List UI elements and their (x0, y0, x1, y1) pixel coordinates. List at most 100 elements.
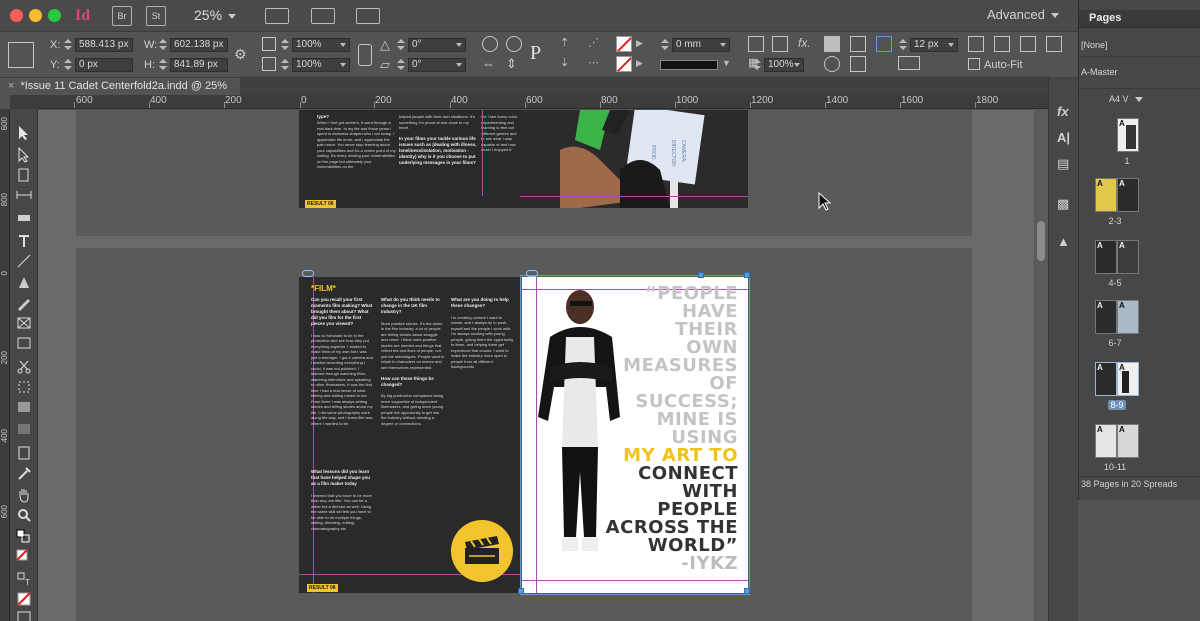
rectangle-tool[interactable] (16, 335, 32, 351)
screen-mode-tool[interactable] (16, 609, 32, 621)
select-content-icon[interactable]: ⇣ (560, 56, 576, 72)
apply-none-button[interactable] (16, 591, 32, 607)
content-collector-tool[interactable] (16, 207, 32, 223)
horizontal-ruler[interactable]: 600 400 200 0 200 400 600 800 1000 1200 … (38, 95, 1048, 109)
link-chain-icon[interactable] (302, 270, 314, 277)
page-size-dropdown[interactable]: A4 V (1109, 94, 1143, 104)
a-master-item[interactable]: A-Master (1081, 67, 1118, 77)
styles-panel-icon[interactable]: ▲ (1057, 234, 1071, 249)
page-thumbnail-7[interactable]: A (1117, 300, 1139, 334)
vertical-ruler[interactable]: 600 800 0 200 400 600 (0, 109, 10, 621)
links-panel-icon[interactable]: ▩ (1057, 196, 1071, 211)
fill-swatch-dropdown-icon[interactable]: ▶ (636, 38, 652, 54)
direct-selection-tool[interactable] (16, 146, 32, 163)
rotation-angle-input[interactable]: 0° (408, 38, 466, 52)
constrain-proportions-icon[interactable]: ⚙ (234, 46, 250, 62)
page-thumbnail-5[interactable]: A (1117, 240, 1139, 274)
paragraph-panel-icon[interactable]: ▤ (1057, 156, 1071, 171)
hand-tool[interactable] (16, 487, 32, 503)
screen-mode-button[interactable] (311, 8, 335, 24)
selection-handle[interactable] (518, 588, 524, 594)
fit-frame-content-icon[interactable] (850, 36, 866, 52)
page-thumbnail-2[interactable]: A (1095, 178, 1117, 212)
page-thumbnail-8[interactable]: A (1095, 362, 1117, 396)
scissors-tool[interactable] (16, 359, 32, 375)
h-stepper[interactable] (158, 58, 168, 72)
page-thumbnail-9[interactable]: A (1117, 362, 1139, 396)
y-stepper[interactable] (63, 58, 73, 72)
pencil-tool[interactable] (16, 295, 32, 311)
document-tab[interactable]: × *Issue 11 Cadet Centerfold2a.indd @ 25% (0, 78, 240, 95)
ruler-origin[interactable] (10, 95, 38, 109)
page-thumbnail-1[interactable]: A (1117, 118, 1139, 152)
auto-fit-checkbox[interactable] (968, 58, 980, 70)
x-position-input[interactable]: 588.413 px (75, 38, 133, 52)
selection-handle[interactable] (744, 588, 750, 594)
shear-stepper[interactable] (396, 58, 406, 72)
corner-options-icon[interactable] (772, 36, 788, 52)
stroke-swatch-dropdown-icon[interactable]: ▶ (636, 58, 652, 74)
align-left-edges-icon[interactable] (968, 36, 984, 52)
page-thumbnail-4[interactable]: A (1095, 240, 1117, 274)
page-tool[interactable] (16, 167, 32, 183)
link-chain-icon[interactable] (526, 270, 538, 277)
minimize-window-button[interactable] (29, 9, 42, 22)
page-thumbnail-6[interactable]: A (1095, 300, 1117, 334)
fill-stroke-swatch[interactable] (16, 549, 32, 565)
rectangle-frame-tool[interactable] (16, 315, 32, 331)
constrain-scale-icon[interactable] (358, 44, 372, 66)
formatting-container-toggle[interactable]: T (16, 571, 32, 587)
stock-button[interactable]: St (146, 6, 166, 26)
stroke-none-icon[interactable] (616, 56, 632, 72)
flip-vertical-icon[interactable]: ⇕ (506, 56, 522, 72)
stroke-weight-input[interactable]: 0 mm (672, 38, 730, 52)
wrap-offset-input[interactable]: 12 px (910, 38, 958, 52)
default-fill-stroke[interactable] (16, 529, 32, 545)
vertical-scrollbar[interactable] (1034, 109, 1048, 621)
pasteboard[interactable]: type? When I first got centre's, it went … (38, 110, 1048, 621)
shear-angle-input[interactable]: 0° (408, 58, 466, 72)
page-thumbnail-3[interactable]: A (1117, 178, 1139, 212)
eyedropper-tool[interactable] (16, 465, 32, 481)
gap-tool[interactable] (16, 187, 32, 203)
rotate-90-ccw-icon[interactable] (506, 36, 522, 52)
stroke-type-dropdown[interactable] (660, 60, 718, 70)
page-thumbnail-11[interactable]: A (1117, 424, 1139, 458)
pen-tool[interactable] (16, 275, 32, 291)
center-content-icon[interactable] (824, 56, 840, 72)
view-options-button[interactable] (265, 8, 289, 24)
gradient-tool[interactable] (16, 399, 32, 415)
chevron-down-icon[interactable]: ▼ (722, 58, 738, 74)
align-right-edges-icon[interactable] (1020, 36, 1036, 52)
close-tab-icon[interactable]: × (8, 80, 14, 92)
x-stepper[interactable] (63, 38, 73, 52)
wrap-type-dropdown[interactable] (898, 56, 920, 70)
type-tool[interactable] (16, 233, 32, 249)
height-input[interactable]: 841.89 px (170, 58, 228, 72)
character-panel-icon[interactable]: A| (1057, 130, 1071, 145)
fit-content-frame-icon[interactable] (824, 36, 840, 52)
zoom-window-button[interactable] (48, 9, 61, 22)
stroke-weight-stepper[interactable] (660, 38, 670, 52)
opacity-input[interactable]: 100% (764, 58, 804, 72)
page-left-top[interactable]: type? When I first got centre's, it went … (299, 110, 520, 208)
scale-y-stepper[interactable] (280, 58, 290, 72)
gradient-feather-tool[interactable] (16, 421, 32, 437)
note-tool[interactable] (16, 445, 32, 461)
width-input[interactable]: 602.138 px (170, 38, 228, 52)
y-position-input[interactable]: 0 px (75, 58, 133, 72)
line-tool[interactable] (16, 253, 32, 269)
selection-handle[interactable] (744, 272, 750, 278)
select-next-icon[interactable]: ⋯ (588, 56, 604, 72)
effects-panel-icon[interactable]: fx (1057, 104, 1071, 119)
selection-handle[interactable] (698, 272, 704, 278)
effects-fx-icon[interactable]: fx. (798, 36, 814, 52)
flip-horizontal-icon[interactable]: ⇔ (482, 56, 498, 72)
selection-frame[interactable] (520, 275, 750, 595)
reference-point-icon[interactable] (8, 42, 34, 68)
arrange-documents-button[interactable] (356, 8, 380, 24)
scale-x-input[interactable]: 100% (292, 38, 350, 52)
align-centers-icon[interactable] (994, 36, 1010, 52)
select-previous-icon[interactable]: ⋰ (588, 36, 604, 52)
workspace-switcher[interactable]: Advanced (987, 7, 1059, 22)
